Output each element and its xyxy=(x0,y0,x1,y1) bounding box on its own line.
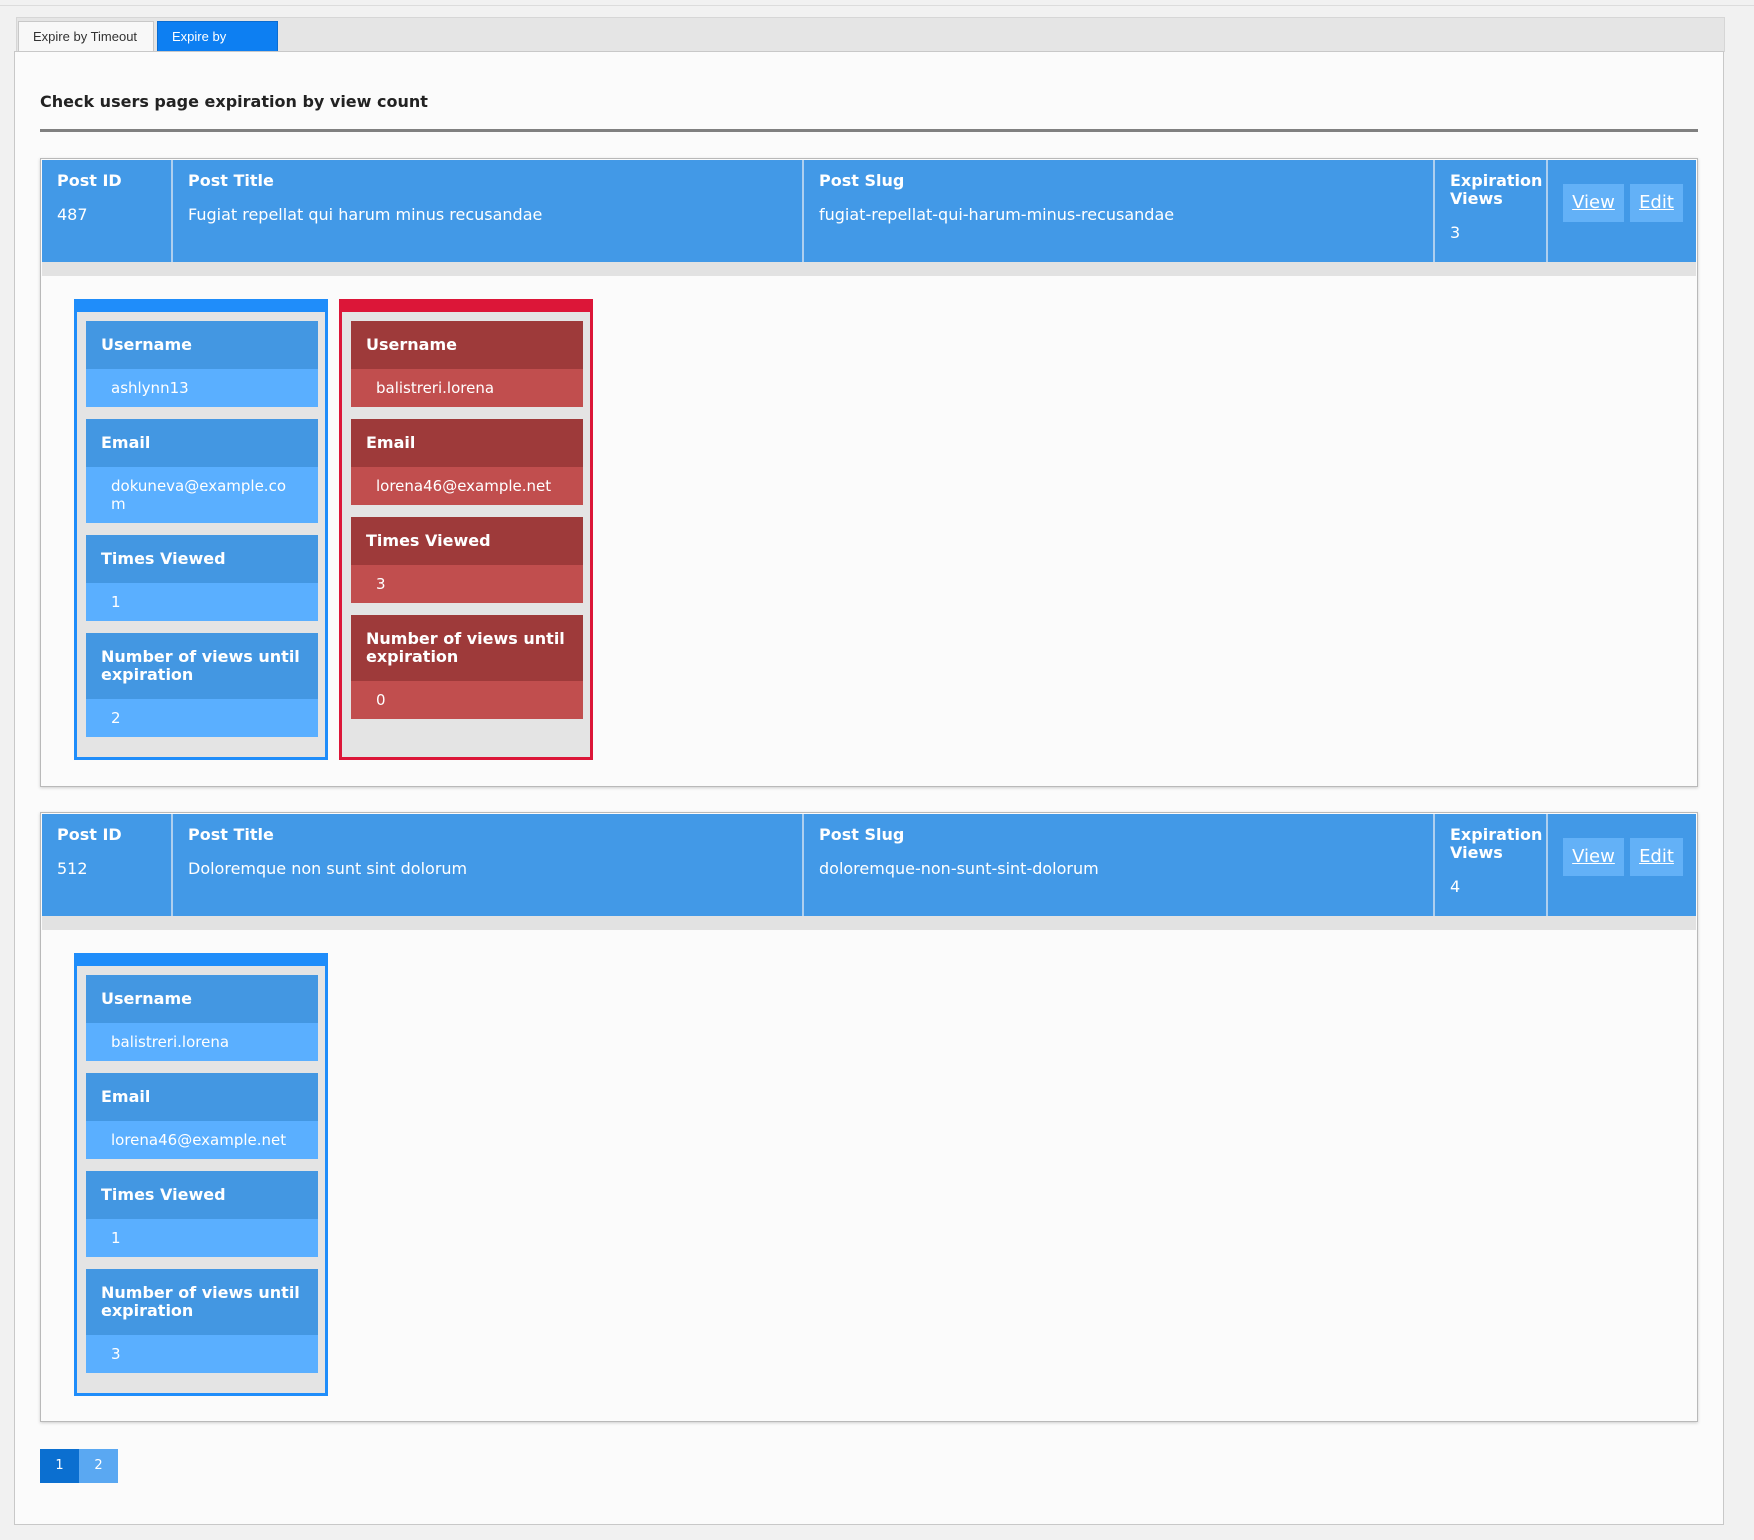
post-id-column: Post ID 512 xyxy=(42,814,173,916)
expiration-views-value: 4 xyxy=(1450,877,1461,896)
actions-column: View Edit xyxy=(1548,160,1696,262)
post-separator xyxy=(42,916,1696,930)
view-link[interactable]: View xyxy=(1563,838,1624,876)
views-until-expiration-field: Number of views until expiration 0 xyxy=(351,615,583,719)
username-field: Username ashlynn13 xyxy=(86,321,318,407)
post-card: Post ID 487 Post Title Fugiat repellat q… xyxy=(40,158,1698,787)
expiration-views-label: Expiration Views xyxy=(1450,171,1543,208)
username-label: Username xyxy=(351,321,583,369)
username-label: Username xyxy=(86,975,318,1023)
post-card: Post ID 512 Post Title Doloremque non su… xyxy=(40,812,1698,1422)
views-until-expiration-label: Number of views until expiration xyxy=(86,1269,318,1335)
views-until-expiration-field: Number of views until expiration 3 xyxy=(86,1269,318,1373)
email-field: Email lorena46@example.net xyxy=(351,419,583,505)
times-viewed-value: 3 xyxy=(351,565,583,603)
edit-link[interactable]: Edit xyxy=(1630,838,1683,876)
views-until-expiration-value: 3 xyxy=(86,1335,318,1373)
edit-link[interactable]: Edit xyxy=(1630,184,1683,222)
times-viewed-field: Times Viewed 1 xyxy=(86,535,318,621)
post-title-column: Post Title Fugiat repellat qui harum min… xyxy=(173,160,804,262)
expiration-views-value: 3 xyxy=(1450,223,1461,242)
post-id-column: Post ID 487 xyxy=(42,160,173,262)
expiration-views-column: Expiration Views 3 xyxy=(1435,160,1548,262)
view-link[interactable]: View xyxy=(1563,184,1624,222)
user-card-expired: Username balistreri.lorena Email lorena4… xyxy=(339,299,593,760)
email-value: lorena46@example.net xyxy=(351,467,583,505)
username-field: Username balistreri.lorena xyxy=(86,975,318,1061)
email-label: Email xyxy=(86,419,318,467)
times-viewed-value: 1 xyxy=(86,1219,318,1257)
post-slug-value: fugiat-repellat-qui-harum-minus-recusand… xyxy=(819,205,1175,224)
page-2-button[interactable]: 2 xyxy=(79,1449,118,1483)
email-field: Email lorena46@example.net xyxy=(86,1073,318,1159)
post-slug-column: Post Slug fugiat-repellat-qui-harum-minu… xyxy=(804,160,1435,262)
times-viewed-field: Times Viewed 3 xyxy=(351,517,583,603)
email-value: lorena46@example.net xyxy=(86,1121,318,1159)
post-id-label: Post ID xyxy=(57,171,122,190)
views-panel: Check users page expiration by view coun… xyxy=(14,51,1724,1525)
times-viewed-label: Times Viewed xyxy=(351,517,583,565)
post-separator xyxy=(42,262,1696,276)
post-slug-value: doloremque-non-sunt-sint-dolorum xyxy=(819,859,1099,878)
top-divider xyxy=(0,5,1754,6)
page-heading: Check users page expiration by view coun… xyxy=(40,92,428,111)
views-until-expiration-label: Number of views until expiration xyxy=(86,633,318,699)
username-value: ashlynn13 xyxy=(86,369,318,407)
times-viewed-field: Times Viewed 1 xyxy=(86,1171,318,1257)
tab-bar: Expire by Timeout Expire by Views xyxy=(16,17,1725,74)
post-title-value: Fugiat repellat qui harum minus recusand… xyxy=(188,205,543,224)
views-until-expiration-field: Number of views until expiration 2 xyxy=(86,633,318,737)
times-viewed-label: Times Viewed xyxy=(86,535,318,583)
username-value: balistreri.lorena xyxy=(86,1023,318,1061)
actions-column: View Edit xyxy=(1548,814,1696,916)
expiration-views-column: Expiration Views 4 xyxy=(1435,814,1548,916)
post-id-value: 512 xyxy=(57,859,88,878)
post-header: Post ID 512 Post Title Doloremque non su… xyxy=(42,814,1696,916)
times-viewed-value: 1 xyxy=(86,583,318,621)
email-label: Email xyxy=(351,419,583,467)
post-slug-label: Post Slug xyxy=(819,825,905,844)
post-id-label: Post ID xyxy=(57,825,122,844)
expiration-views-label: Expiration Views xyxy=(1450,825,1543,862)
username-value: balistreri.lorena xyxy=(351,369,583,407)
views-until-expiration-value: 0 xyxy=(351,681,583,719)
page-1-button[interactable]: 1 xyxy=(40,1449,79,1483)
email-value: dokuneva@example.com xyxy=(86,467,318,523)
post-title-column: Post Title Doloremque non sunt sint dolo… xyxy=(173,814,804,916)
username-field: Username balistreri.lorena xyxy=(351,321,583,407)
post-title-label: Post Title xyxy=(188,825,274,844)
user-card: Username balistreri.lorena Email lorena4… xyxy=(74,953,328,1396)
post-slug-column: Post Slug doloremque-non-sunt-sint-dolor… xyxy=(804,814,1435,916)
heading-divider xyxy=(40,129,1698,132)
post-header: Post ID 487 Post Title Fugiat repellat q… xyxy=(42,160,1696,262)
times-viewed-label: Times Viewed xyxy=(86,1171,318,1219)
views-until-expiration-value: 2 xyxy=(86,699,318,737)
username-label: Username xyxy=(86,321,318,369)
post-title-label: Post Title xyxy=(188,171,274,190)
post-slug-label: Post Slug xyxy=(819,171,905,190)
post-title-value: Doloremque non sunt sint dolorum xyxy=(188,859,468,878)
tab-expire-by-views[interactable]: Expire by Views xyxy=(157,21,278,74)
email-field: Email dokuneva@example.com xyxy=(86,419,318,523)
post-id-value: 487 xyxy=(57,205,88,224)
views-until-expiration-label: Number of views until expiration xyxy=(351,615,583,681)
tab-expire-by-timeout[interactable]: Expire by Timeout xyxy=(18,21,154,51)
user-card: Username ashlynn13 Email dokuneva@exampl… xyxy=(74,299,328,760)
email-label: Email xyxy=(86,1073,318,1121)
